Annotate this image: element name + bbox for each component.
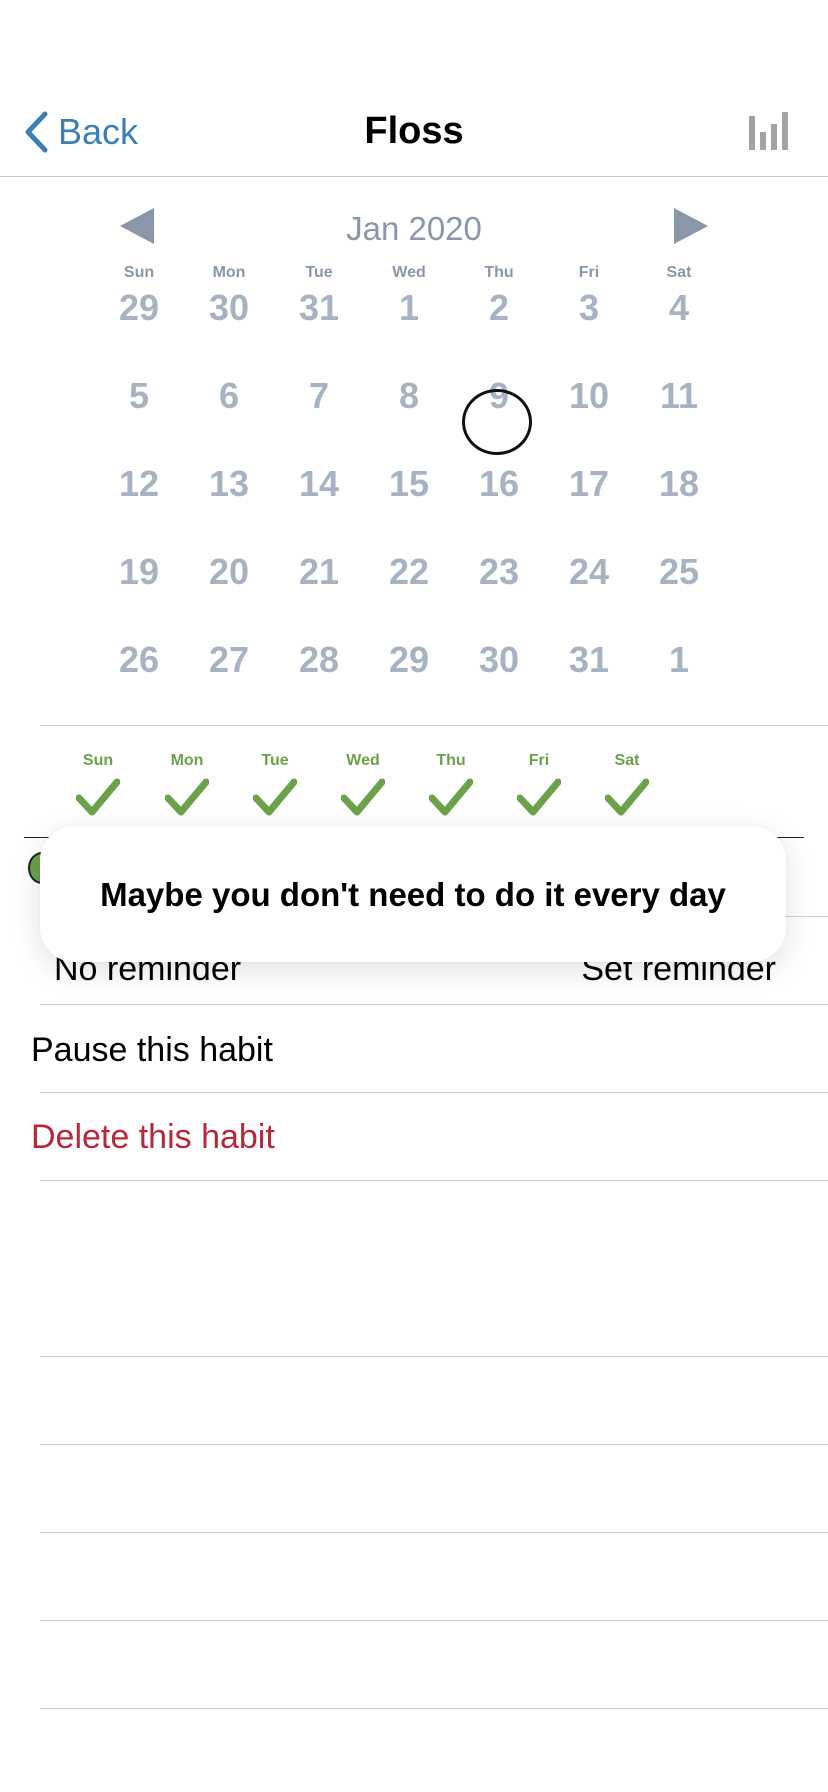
schedule-day-label: Tue: [261, 752, 289, 769]
divider: [40, 725, 828, 726]
calendar-day[interactable]: 30: [184, 278, 274, 338]
calendar-day[interactable]: 10: [544, 366, 634, 426]
calendar-day[interactable]: 14: [274, 454, 364, 514]
divider: [40, 1620, 828, 1621]
schedule-day-label: Mon: [170, 752, 204, 769]
divider: [40, 1356, 828, 1357]
calendar-day[interactable]: 12: [94, 454, 184, 514]
checkmark-icon[interactable]: [341, 778, 385, 818]
schedule-day-label: Sun: [82, 752, 114, 769]
calendar-day[interactable]: 19: [94, 542, 184, 602]
calendar-day[interactable]: 2: [454, 278, 544, 338]
calendar-day[interactable]: 6: [184, 366, 274, 426]
calendar-day[interactable]: 16: [454, 454, 544, 514]
bar-chart-icon[interactable]: [748, 112, 788, 150]
calendar-day[interactable]: 25: [634, 542, 724, 602]
calendar-day[interactable]: 22: [364, 542, 454, 602]
calendar-day[interactable]: 4: [634, 278, 724, 338]
calendar-day[interactable]: 1: [364, 278, 454, 338]
checkmark-icon[interactable]: [517, 778, 561, 818]
checkmark-icon[interactable]: [165, 778, 209, 818]
nav-bar: Back Floss: [0, 0, 828, 177]
calendar-day[interactable]: 26: [94, 630, 184, 690]
calendar-day[interactable]: 28: [274, 630, 364, 690]
divider: [40, 1532, 828, 1533]
calendar-day[interactable]: 5: [94, 366, 184, 426]
divider: [40, 1708, 828, 1709]
checkmark-icon[interactable]: [605, 778, 649, 818]
pause-habit-button[interactable]: Pause this habit: [31, 1031, 273, 1070]
schedule-day-label: Fri: [528, 752, 550, 769]
calendar-day[interactable]: 23: [454, 542, 544, 602]
calendar-day[interactable]: 11: [634, 366, 724, 426]
tip-popover: Maybe you don't need to do it every day: [40, 826, 786, 962]
tip-text: Maybe you don't need to do it every day: [100, 876, 726, 913]
checkmark-icon[interactable]: [253, 778, 297, 818]
calendar-day[interactable]: 13: [184, 454, 274, 514]
calendar-day[interactable]: 8: [364, 366, 454, 426]
calendar-day[interactable]: 7: [274, 366, 364, 426]
calendar-day[interactable]: 29: [94, 278, 184, 338]
calendar-day[interactable]: 30: [454, 630, 544, 690]
calendar-day[interactable]: 3: [544, 278, 634, 338]
checkmark-icon[interactable]: [429, 778, 473, 818]
next-month-arrow-icon[interactable]: [670, 206, 710, 246]
calendar-day[interactable]: 31: [544, 630, 634, 690]
calendar-day[interactable]: 15: [364, 454, 454, 514]
calendar-day[interactable]: 18: [634, 454, 724, 514]
calendar-day[interactable]: 20: [184, 542, 274, 602]
calendar-day[interactable]: 17: [544, 454, 634, 514]
schedule-day-label: Sat: [614, 752, 640, 769]
delete-habit-button[interactable]: Delete this habit: [31, 1118, 275, 1157]
divider: [40, 1004, 828, 1005]
calendar-day[interactable]: 21: [274, 542, 364, 602]
calendar-day[interactable]: 1: [634, 630, 724, 690]
calendar-day[interactable]: 24: [544, 542, 634, 602]
schedule-day-label: Thu: [436, 752, 466, 769]
schedule-day-label: Wed: [346, 752, 380, 769]
divider: [40, 1092, 828, 1093]
page-title: Floss: [364, 110, 464, 152]
divider: [40, 1444, 828, 1445]
checkmark-icon[interactable]: [76, 778, 120, 818]
calendar-day[interactable]: 27: [184, 630, 274, 690]
calendar-day[interactable]: 31: [274, 278, 364, 338]
selected-day-ring: [462, 389, 532, 455]
divider: [40, 1180, 828, 1181]
calendar-day[interactable]: 29: [364, 630, 454, 690]
